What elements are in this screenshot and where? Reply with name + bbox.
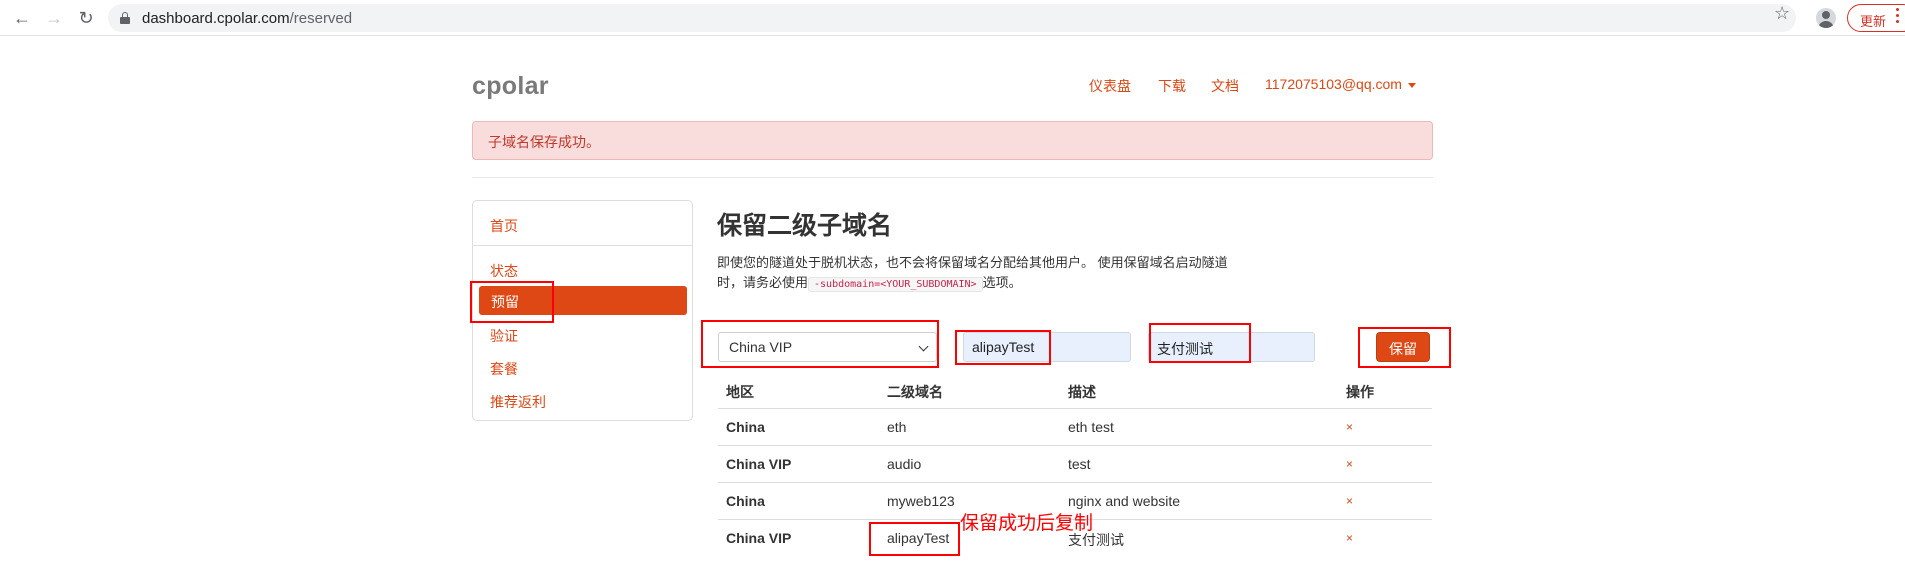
reload-icon[interactable]: ↻: [74, 6, 98, 30]
table-row-description: eth test: [1068, 419, 1114, 435]
annotation-box-description: [1149, 323, 1251, 363]
page-title: 保留二级子域名: [717, 212, 893, 240]
table-row-region: China VIP: [726, 456, 792, 472]
table-row-description: test: [1068, 456, 1091, 472]
profile-avatar-icon[interactable]: [1816, 8, 1836, 28]
sidebar-item-referral[interactable]: 推荐返利: [490, 392, 546, 412]
sidebar-item-verify[interactable]: 验证: [490, 326, 518, 346]
delete-icon[interactable]: ×: [1346, 420, 1353, 434]
sidebar-item-plan[interactable]: 套餐: [490, 359, 518, 379]
table-row-region: China: [726, 493, 765, 509]
nav-download-link[interactable]: 下载: [1158, 76, 1186, 96]
table-row-description: nginx and website: [1068, 493, 1181, 509]
column-header-region: 地区: [726, 384, 754, 400]
description-line-2: 时，请务必使用 -subdomain=<YOUR_SUBDOMAIN> 选项。: [717, 275, 1022, 292]
lock-icon: [120, 12, 130, 24]
url-text: dashboard.cpolar.com/reserved: [142, 10, 353, 27]
address-bar[interactable]: dashboard.cpolar.com/reserved: [108, 4, 1796, 32]
back-icon[interactable]: ←: [10, 6, 34, 30]
brand-logo[interactable]: cpolar: [472, 72, 549, 101]
sidebar-item-home[interactable]: 首页: [490, 216, 518, 236]
annotation-note: 保留成功后复制: [960, 513, 1094, 534]
annotation-box-reserved: [470, 281, 554, 323]
table-divider: [718, 482, 1432, 483]
annotation-box-save: [1358, 327, 1451, 368]
table-row-subdomain: eth: [887, 419, 907, 435]
success-alert: 子域名保存成功。: [472, 121, 1433, 160]
subdomain-code: -subdomain=<YOUR_SUBDOMAIN>: [808, 277, 983, 292]
nav-dashboard-link[interactable]: 仪表盘: [1089, 76, 1131, 96]
column-header-action: 操作: [1346, 384, 1374, 400]
sidebar-item-status[interactable]: 状态: [490, 261, 518, 281]
browser-toolbar: ← → ↻ dashboard.cpolar.com/reserved ☆ 更新: [0, 0, 1905, 36]
account-menu[interactable]: 1172075103@qq.com: [1265, 76, 1416, 92]
table-row-subdomain: myweb123: [887, 493, 955, 509]
nav-docs-link[interactable]: 文档: [1211, 76, 1239, 96]
account-email: 1172075103@qq.com: [1265, 76, 1402, 92]
bookmark-star-icon[interactable]: ☆: [1774, 3, 1790, 24]
sidebar-divider: [473, 245, 692, 246]
annotation-box-result: [869, 522, 960, 556]
chevron-down-icon: [1407, 82, 1416, 88]
column-header-description: 描述: [1068, 384, 1096, 400]
forward-icon[interactable]: →: [42, 6, 66, 30]
delete-icon[interactable]: ×: [1346, 494, 1353, 508]
alert-message: 子域名保存成功。: [488, 134, 600, 150]
delete-icon[interactable]: ×: [1346, 457, 1353, 471]
table-divider: [718, 445, 1432, 446]
description-line-1: 即使您的隧道处于脱机状态，也不会将保留域名分配给其他用户。 使用保留域名启动隧道: [717, 255, 1228, 270]
table-divider: [718, 408, 1432, 409]
menu-dots-icon[interactable]: [1896, 8, 1900, 26]
table-row-region: China: [726, 419, 765, 435]
table-row-region: China VIP: [726, 530, 792, 546]
annotation-box-subdomain: [955, 330, 1051, 365]
delete-icon[interactable]: ×: [1346, 531, 1353, 545]
page-description: 即使您的隧道处于脱机状态，也不会将保留域名分配给其他用户。 使用保留域名启动隧道…: [717, 253, 1277, 295]
annotation-box-region: [701, 320, 939, 368]
column-header-subdomain: 二级域名: [887, 384, 943, 400]
divider: [472, 177, 1433, 178]
table-row-subdomain: audio: [887, 456, 922, 472]
